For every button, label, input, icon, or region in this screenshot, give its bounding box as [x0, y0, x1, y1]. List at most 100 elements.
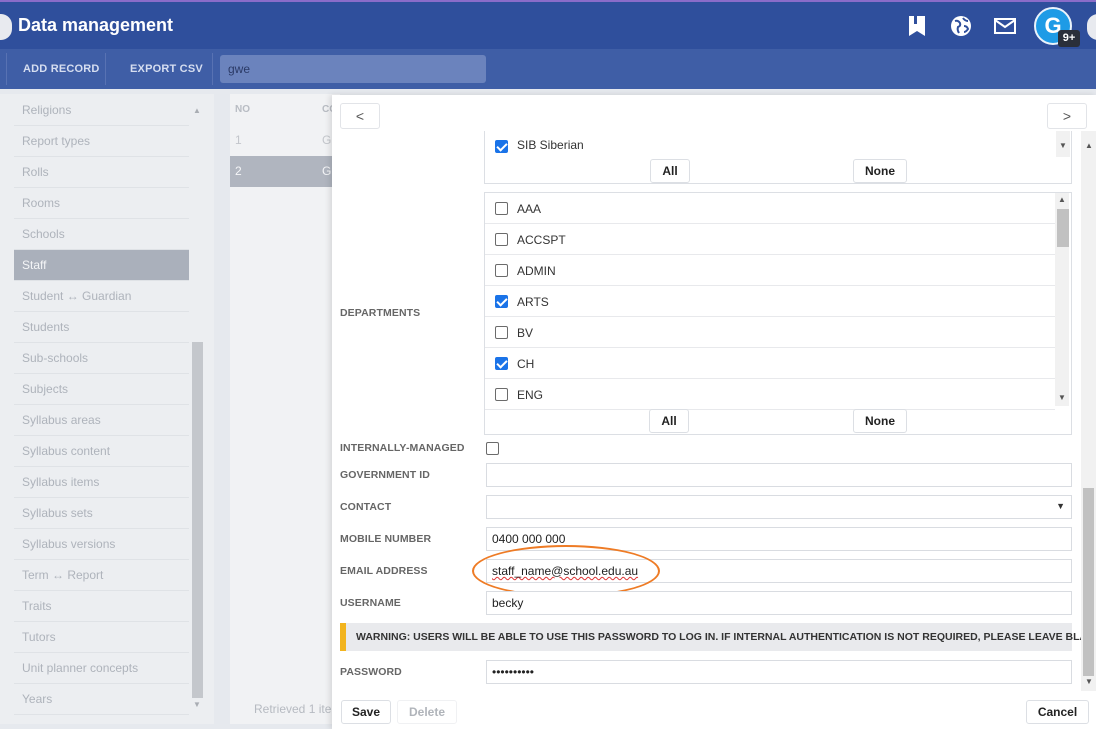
department-label: AAA	[517, 202, 542, 216]
department-label: ADMIN	[517, 264, 556, 278]
department-checkbox[interactable]	[495, 295, 508, 308]
add-record-button[interactable]: ADD RECORD	[5, 49, 118, 89]
password-warning: WARNING: USERS WILL BE ABLE TO USE THIS …	[340, 623, 1096, 651]
sidebar-item-religions[interactable]: Religions	[14, 95, 189, 126]
export-csv-button[interactable]: EXPORT CSV	[112, 49, 221, 89]
sidebar-item-sub-schools[interactable]: Sub-schools	[14, 343, 189, 374]
delete-button[interactable]: Delete	[397, 700, 457, 724]
next-record-button[interactable]: >	[1047, 103, 1087, 129]
scroll-down-icon[interactable]: ▼	[1059, 141, 1067, 150]
side-panel-toggle[interactable]	[1087, 14, 1096, 40]
languages-listbox: SIB Siberian ▼ All None	[484, 131, 1072, 184]
sidebar-item-student-guardian[interactable]: Student ↔ Guardian	[14, 281, 189, 312]
scrollbar-thumb[interactable]	[1083, 488, 1094, 676]
list-item[interactable]: CH	[485, 348, 1055, 379]
contact-select[interactable]: ▼	[486, 495, 1072, 519]
scroll-up-icon[interactable]: ▲	[1085, 141, 1093, 150]
row-code: G	[322, 164, 332, 178]
notification-badge: 9+	[1058, 30, 1080, 47]
list-item[interactable]: ACCSPT	[485, 224, 1055, 255]
sidebar-item-term-report[interactable]: Term ↔ Report	[14, 560, 189, 591]
sidebar-item-syllabus-sets[interactable]: Syllabus sets	[14, 498, 189, 529]
sidebar-item-subjects[interactable]: Subjects	[14, 374, 189, 405]
scroll-down-icon[interactable]: ▼	[193, 700, 201, 709]
edit-record-dialog: < > SIB Siberian ▼ All None DEPARTMENTS …	[332, 95, 1096, 729]
table-row[interactable]: 2 G	[230, 156, 340, 187]
department-checkbox[interactable]	[495, 264, 508, 277]
sidebar-scrollbar[interactable]: ▲ ▼	[191, 94, 204, 709]
scrollbar-thumb[interactable]	[1057, 209, 1069, 247]
sidebar-item-traits[interactable]: Traits	[14, 591, 189, 622]
list-item[interactable]: AAA	[485, 193, 1055, 224]
department-label: BV	[517, 326, 534, 340]
list-item[interactable]: ENG	[485, 379, 1055, 410]
username-label: USERNAME	[340, 597, 401, 609]
sidebar-item-years[interactable]: Years	[14, 684, 189, 715]
back-button[interactable]	[0, 14, 12, 40]
sidebar-item-tutors[interactable]: Tutors	[14, 622, 189, 653]
department-checkbox[interactable]	[495, 233, 508, 246]
department-checkbox[interactable]	[495, 357, 508, 370]
sidebar-item-report-types[interactable]: Report types	[14, 126, 189, 157]
sidebar-item-schools[interactable]: Schools	[14, 219, 189, 250]
language-checkbox[interactable]	[495, 140, 508, 153]
table-row[interactable]: 1 G	[230, 125, 340, 156]
previous-record-button[interactable]: <	[340, 103, 380, 129]
row-code: G	[322, 133, 332, 147]
internally-managed-checkbox[interactable]	[486, 442, 499, 455]
department-checkbox[interactable]	[495, 388, 508, 401]
column-header-no[interactable]: NO	[235, 104, 250, 115]
save-button[interactable]: Save	[341, 700, 391, 724]
sidebar-item-syllabus-versions[interactable]: Syllabus versions	[14, 529, 189, 560]
password-field[interactable]: ••••••••••	[486, 660, 1072, 684]
cancel-button[interactable]: Cancel	[1026, 700, 1089, 724]
scrollbar-thumb[interactable]	[192, 342, 203, 698]
bookmark-icon[interactable]	[905, 14, 929, 38]
globe-icon[interactable]	[949, 14, 973, 38]
languages-select-none-button[interactable]: None	[853, 159, 907, 183]
list-item[interactable]: ARTS	[485, 286, 1055, 317]
list-item[interactable]: BV	[485, 317, 1055, 348]
languages-select-all-button[interactable]: All	[650, 159, 690, 183]
list-footer: Retrieved 1 item	[254, 702, 340, 716]
sidebar-item-syllabus-areas[interactable]: Syllabus areas	[14, 405, 189, 436]
departments-scrollbar[interactable]: ▲ ▼	[1055, 193, 1069, 406]
row-number: 1	[235, 133, 242, 147]
languages-scrollbar[interactable]: ▼	[1056, 131, 1070, 157]
dialog-scrollbar[interactable]: ▲ ▼	[1081, 131, 1096, 691]
toolbar-divider	[212, 53, 213, 85]
department-label: ACCSPT	[517, 233, 566, 247]
sidebar-item-rooms[interactable]: Rooms	[14, 188, 189, 219]
search-input[interactable]: gwe	[220, 55, 486, 83]
username-field[interactable]: becky	[486, 591, 1072, 615]
page-title: Data management	[18, 15, 174, 35]
scroll-down-icon[interactable]: ▼	[1058, 393, 1066, 402]
internally-managed-label: INTERNALLY-MANAGED	[340, 442, 465, 454]
sidebar-item-unit-planner-concepts[interactable]: Unit planner concepts	[14, 653, 189, 684]
sidebar-item-students[interactable]: Students	[14, 312, 189, 343]
mobile-number-label: MOBILE NUMBER	[340, 533, 432, 545]
department-checkbox[interactable]	[495, 202, 508, 215]
toolbar: ADD RECORD EXPORT CSV	[0, 49, 1096, 89]
departments-select-all-button[interactable]: All	[649, 409, 689, 433]
sidebar-item-syllabus-content[interactable]: Syllabus content	[14, 436, 189, 467]
scroll-up-icon[interactable]: ▲	[193, 106, 201, 115]
sidebar: Religions Report types Rolls Rooms Schools St…	[0, 94, 214, 724]
sidebar-item-staff[interactable]: Staff	[14, 250, 189, 281]
highlight-annotation	[472, 545, 660, 597]
list-item[interactable]: ADMIN	[485, 255, 1055, 286]
password-label: PASSWORD	[340, 666, 402, 678]
scroll-down-icon[interactable]: ▼	[1085, 677, 1093, 686]
mail-icon[interactable]	[993, 14, 1017, 38]
email-address-label: EMAIL ADDRESS	[340, 565, 428, 577]
record-list: NO CO 1 G 2 G Retrieved 1 item	[230, 94, 340, 724]
sidebar-item-rolls[interactable]: Rolls	[14, 157, 189, 188]
government-id-field[interactable]	[486, 463, 1072, 487]
toolbar-divider	[105, 53, 106, 85]
scroll-up-icon[interactable]: ▲	[1058, 195, 1066, 204]
departments-label: DEPARTMENTS	[340, 307, 421, 319]
departments-select-none-button[interactable]: None	[853, 409, 907, 433]
department-checkbox[interactable]	[495, 326, 508, 339]
sidebar-item-syllabus-items[interactable]: Syllabus items	[14, 467, 189, 498]
chevron-down-icon: ▼	[1056, 501, 1065, 511]
